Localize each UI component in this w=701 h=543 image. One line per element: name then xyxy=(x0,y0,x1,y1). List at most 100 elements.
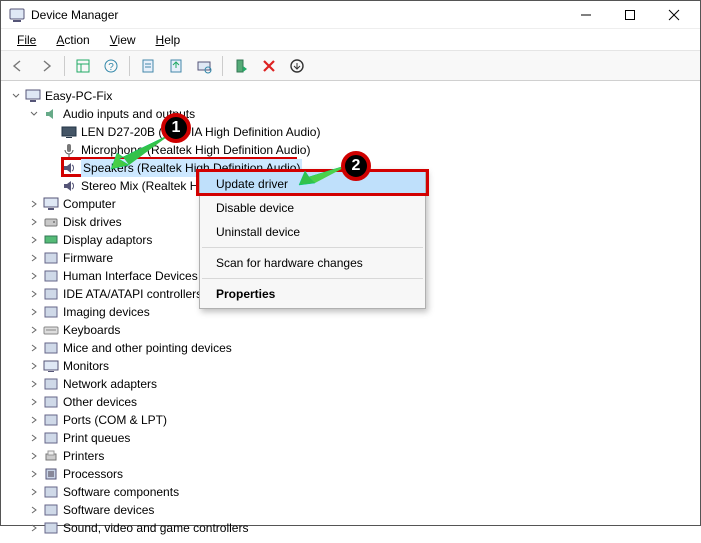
expand-icon[interactable] xyxy=(27,485,41,499)
ctx-separator xyxy=(202,247,423,248)
speaker-icon xyxy=(61,178,77,194)
tree-category-audio[interactable]: Audio inputs and outputs xyxy=(9,105,698,123)
tree-category[interactable]: Other devices xyxy=(9,393,698,411)
speaker-icon xyxy=(61,160,77,176)
tree-category[interactable]: Software components xyxy=(9,483,698,501)
tree-category[interactable]: Network adapters xyxy=(9,375,698,393)
expand-icon[interactable] xyxy=(27,413,41,427)
properties-button[interactable] xyxy=(135,54,161,78)
tree-label: Printers xyxy=(63,447,104,465)
tree-label: Network adapters xyxy=(63,375,157,393)
tree-category[interactable]: Keyboards xyxy=(9,321,698,339)
disable-device-button[interactable] xyxy=(284,54,310,78)
svg-text:?: ? xyxy=(108,62,114,73)
expand-icon[interactable] xyxy=(27,521,41,535)
tree-category[interactable]: Sound, video and game controllers xyxy=(9,519,698,537)
enable-device-button[interactable] xyxy=(228,54,254,78)
expand-icon[interactable] xyxy=(27,323,41,337)
expand-icon[interactable] xyxy=(27,359,41,373)
ctx-label: Disable device xyxy=(216,201,294,215)
expand-icon[interactable] xyxy=(27,395,41,409)
menu-action[interactable]: Action xyxy=(46,31,99,49)
microphone-icon xyxy=(61,142,77,158)
tree-label: Mice and other pointing devices xyxy=(63,339,232,357)
tree-category[interactable]: Monitors xyxy=(9,357,698,375)
expand-icon[interactable] xyxy=(27,377,41,391)
tree-label: Firmware xyxy=(63,249,113,267)
collapse-icon[interactable] xyxy=(9,89,23,103)
menu-help[interactable]: Help xyxy=(146,31,191,49)
category-icon xyxy=(43,484,59,500)
tree-label: Software devices xyxy=(63,501,154,519)
menu-file[interactable]: File xyxy=(7,31,46,49)
tree-label: Sound, video and game controllers xyxy=(63,519,248,537)
show-hide-tree-button[interactable] xyxy=(70,54,96,78)
maximize-button[interactable] xyxy=(608,1,652,29)
back-button[interactable] xyxy=(5,54,31,78)
category-icon xyxy=(43,358,59,374)
forward-button[interactable] xyxy=(33,54,59,78)
expand-icon[interactable] xyxy=(27,305,41,319)
category-icon xyxy=(43,268,59,284)
tree-label: Software components xyxy=(63,483,179,501)
tree-label: IDE ATA/ATAPI controllers xyxy=(63,285,202,303)
category-icon xyxy=(43,322,59,338)
tree-label: Keyboards xyxy=(63,321,120,339)
tree-root-label: Easy-PC-Fix xyxy=(45,87,112,105)
expand-icon[interactable] xyxy=(27,467,41,481)
tree-category[interactable]: Print queues xyxy=(9,429,698,447)
expand-icon[interactable] xyxy=(27,197,41,211)
category-icon xyxy=(43,232,59,248)
category-icon xyxy=(43,430,59,446)
update-driver-button[interactable] xyxy=(163,54,189,78)
expand-icon[interactable] xyxy=(27,287,41,301)
menubar: File Action View Help xyxy=(1,29,700,51)
tree-root[interactable]: Easy-PC-Fix xyxy=(9,87,698,105)
close-button[interactable] xyxy=(652,1,696,29)
expand-icon[interactable] xyxy=(27,215,41,229)
ctx-properties[interactable]: Properties xyxy=(200,282,425,306)
tree-label: Disk drives xyxy=(63,213,122,231)
tree-label: Display adaptors xyxy=(63,231,152,249)
tree-label: Other devices xyxy=(63,393,137,411)
ctx-uninstall-device[interactable]: Uninstall device xyxy=(200,220,425,244)
expand-icon[interactable] xyxy=(27,503,41,517)
category-icon xyxy=(43,340,59,356)
titlebar: Device Manager xyxy=(1,1,700,29)
expand-icon[interactable] xyxy=(27,449,41,463)
ctx-label: Properties xyxy=(216,287,275,301)
tree-category[interactable]: Ports (COM & LPT) xyxy=(9,411,698,429)
expand-icon[interactable] xyxy=(27,251,41,265)
ctx-scan-hardware[interactable]: Scan for hardware changes xyxy=(200,251,425,275)
tree-label: Computer xyxy=(63,195,116,213)
uninstall-device-button[interactable] xyxy=(256,54,282,78)
tree-label: Processors xyxy=(63,465,123,483)
category-icon xyxy=(43,304,59,320)
help-button[interactable]: ? xyxy=(98,54,124,78)
tree-label: Monitors xyxy=(63,357,109,375)
category-icon xyxy=(43,412,59,428)
category-icon xyxy=(43,214,59,230)
scan-hardware-button[interactable] xyxy=(191,54,217,78)
expand-icon[interactable] xyxy=(27,233,41,247)
tree-category[interactable]: Processors xyxy=(9,465,698,483)
category-icon xyxy=(43,196,59,212)
ctx-disable-device[interactable]: Disable device xyxy=(200,196,425,220)
expand-icon[interactable] xyxy=(27,431,41,445)
category-icon xyxy=(43,520,59,536)
expand-icon[interactable] xyxy=(27,269,41,283)
app-icon xyxy=(9,7,25,23)
tree-category[interactable]: Mice and other pointing devices xyxy=(9,339,698,357)
ctx-separator xyxy=(202,278,423,279)
minimize-button[interactable] xyxy=(564,1,608,29)
window-title: Device Manager xyxy=(31,8,564,22)
tree-label: Print queues xyxy=(63,429,130,447)
toolbar: ? xyxy=(1,51,700,81)
tree-category[interactable]: Software devices xyxy=(9,501,698,519)
expand-icon[interactable] xyxy=(27,341,41,355)
tree-category[interactable]: Printers xyxy=(9,447,698,465)
menu-view[interactable]: View xyxy=(100,31,146,49)
category-icon xyxy=(43,286,59,302)
audio-icon xyxy=(43,106,59,122)
collapse-icon[interactable] xyxy=(27,107,41,121)
